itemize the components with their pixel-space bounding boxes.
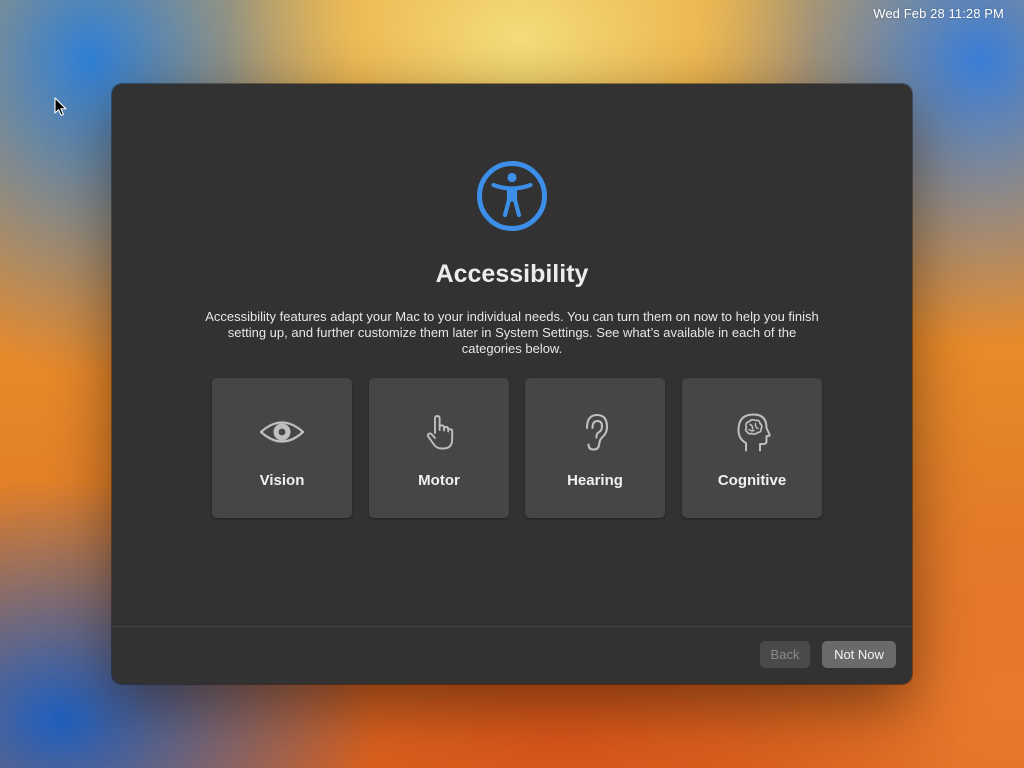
category-label-motor: Motor bbox=[418, 472, 460, 489]
desktop: Wed Feb 28 11:28 PM Accessibility Access… bbox=[0, 0, 1024, 768]
category-grid: Vision Motor Hearing Cognitive bbox=[212, 378, 822, 518]
not-now-button[interactable]: Not Now bbox=[822, 641, 896, 668]
accessibility-icon bbox=[477, 161, 547, 231]
category-label-cognitive: Cognitive bbox=[717, 472, 787, 489]
description-text: Accessibility features adapt your Mac to… bbox=[205, 309, 819, 356]
category-card-cognitive[interactable]: Cognitive bbox=[682, 378, 822, 518]
footer-divider bbox=[112, 626, 912, 627]
category-label-vision: Vision bbox=[259, 472, 305, 489]
category-label-hearing: Hearing bbox=[567, 472, 623, 489]
category-card-vision[interactable]: Vision bbox=[212, 378, 352, 518]
page-title: Accessibility bbox=[435, 260, 589, 288]
eye-icon bbox=[259, 421, 305, 443]
hand-pointer-icon bbox=[426, 415, 454, 450]
ear-icon bbox=[585, 413, 609, 451]
mouse-cursor-icon bbox=[54, 97, 67, 116]
category-card-hearing[interactable]: Hearing bbox=[525, 378, 665, 518]
category-card-motor[interactable]: Motor bbox=[369, 378, 509, 518]
accessibility-setup-window: Accessibility Accessibility features ada… bbox=[112, 84, 912, 684]
back-button[interactable]: Back bbox=[760, 641, 810, 668]
brain-head-icon bbox=[737, 413, 771, 452]
menubar-clock[interactable]: Wed Feb 28 11:28 PM bbox=[873, 6, 1004, 21]
